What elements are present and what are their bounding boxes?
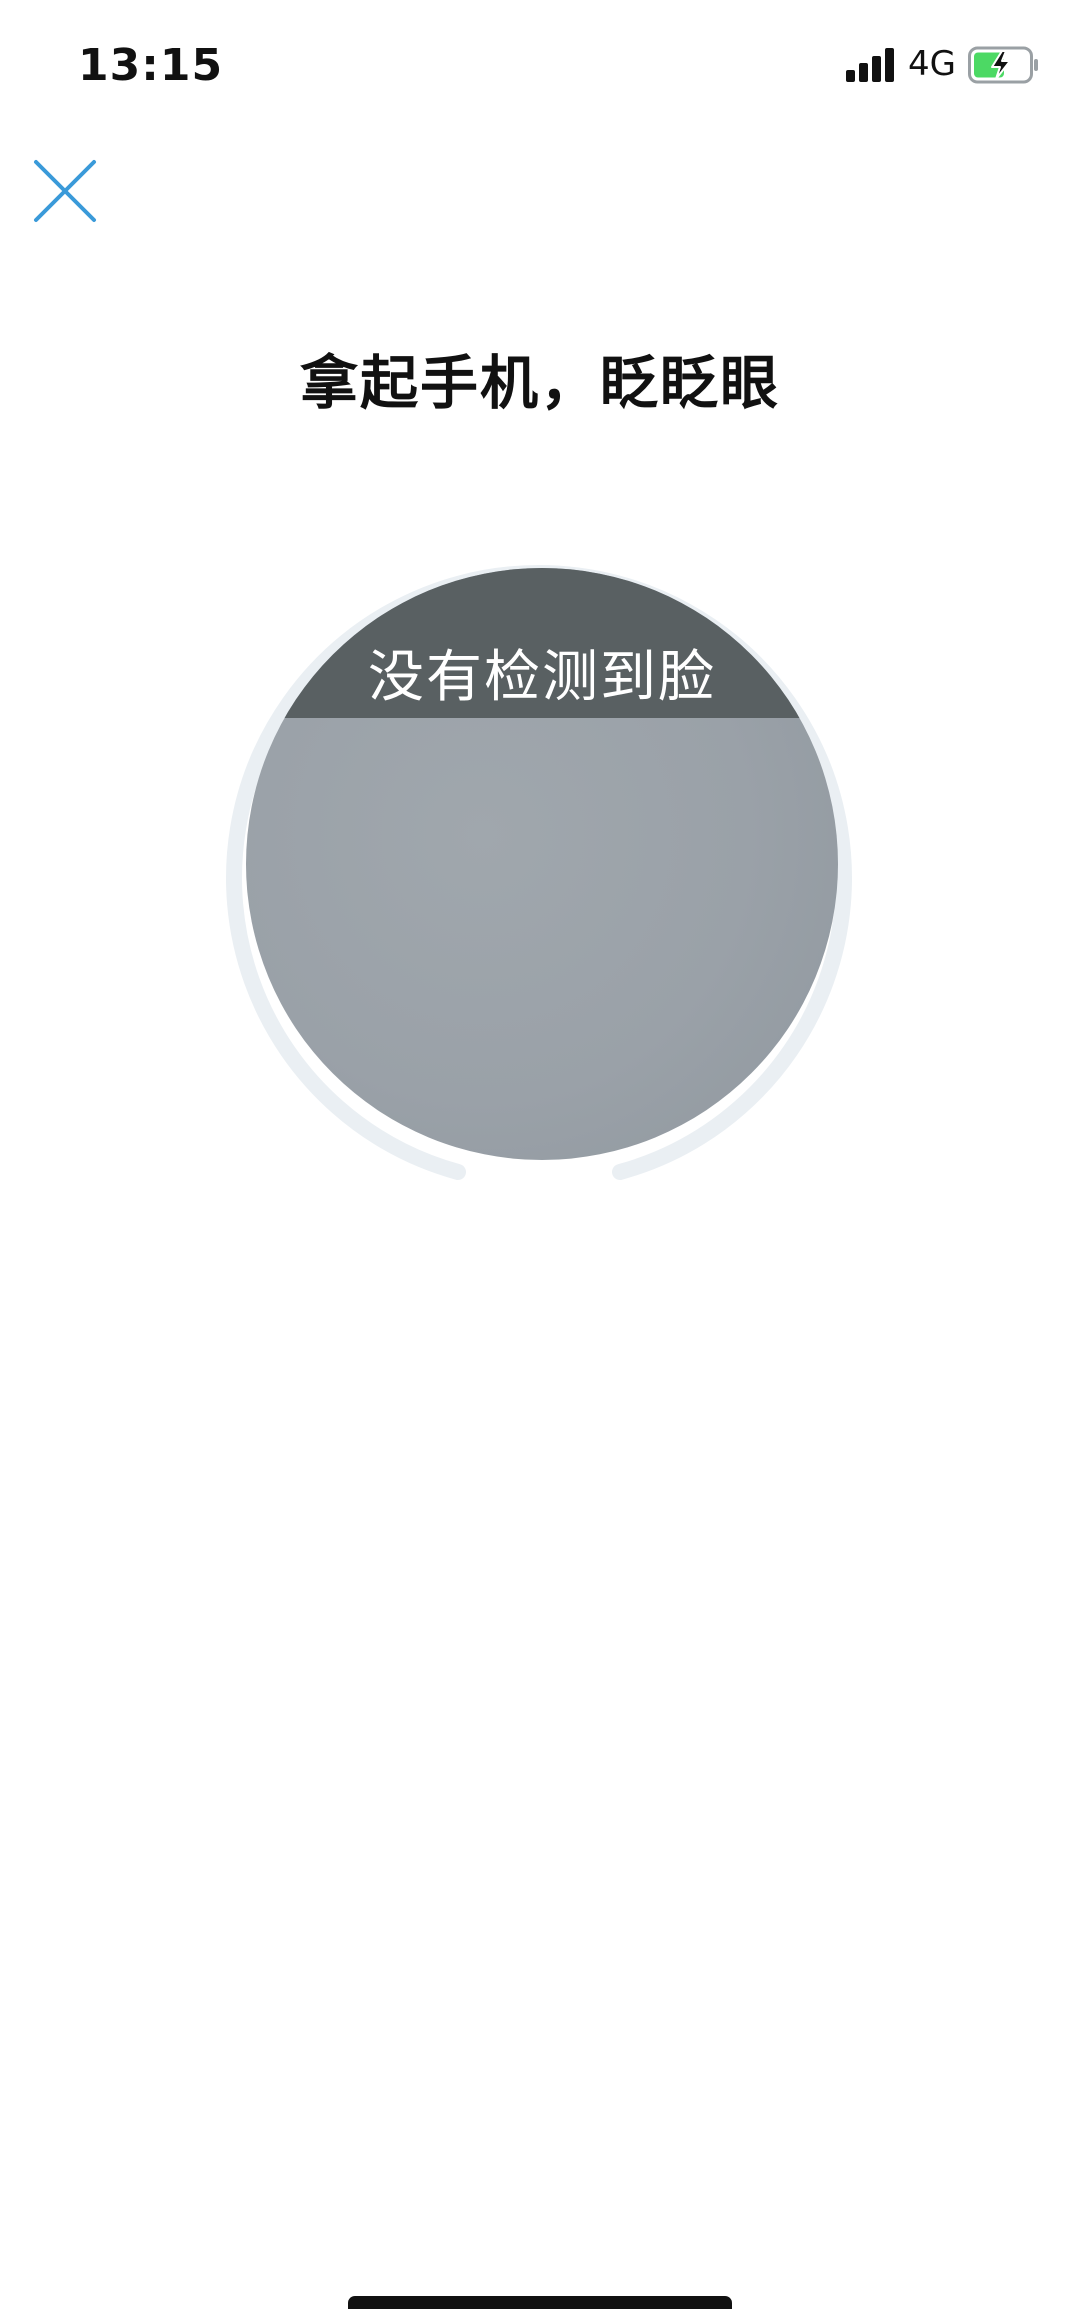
status-bar: 13:15 4G bbox=[0, 0, 1080, 130]
detection-status-banner: 没有检测到脸 bbox=[246, 568, 838, 718]
status-time: 13:15 bbox=[78, 40, 224, 91]
detection-status-text: 没有检测到脸 bbox=[368, 645, 716, 710]
page-title: 拿起手机，眨眨眼 bbox=[299, 349, 780, 417]
cellular-signal-icon bbox=[846, 48, 894, 82]
home-indicator[interactable] bbox=[348, 2296, 732, 2309]
battery-charging-icon bbox=[968, 46, 1038, 84]
camera-preview: 没有检测到脸 bbox=[246, 568, 838, 1160]
close-button[interactable] bbox=[30, 156, 100, 226]
network-type: 4G bbox=[908, 44, 956, 84]
close-icon bbox=[34, 160, 96, 222]
